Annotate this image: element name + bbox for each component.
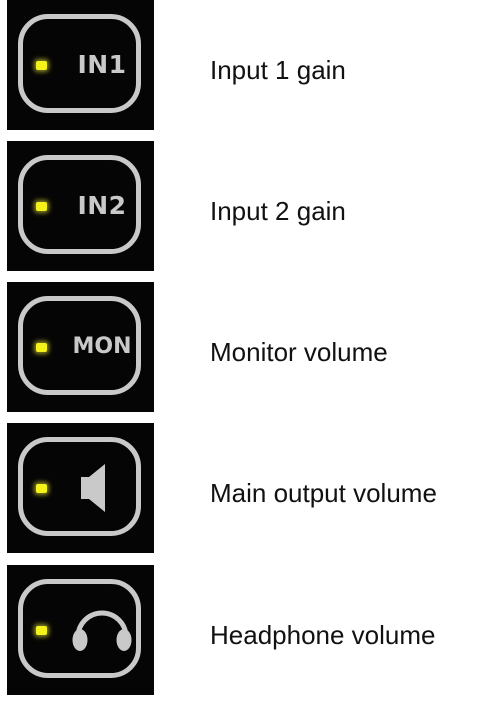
- led-indicator: [36, 484, 47, 493]
- led-indicator: [36, 61, 47, 70]
- mon-button[interactable]: MON: [7, 282, 154, 412]
- led-indicator: [36, 626, 47, 635]
- in2-button[interactable]: IN2: [7, 141, 154, 271]
- speaker-icon: [81, 464, 105, 512]
- monitor-volume-label: Monitor volume: [210, 337, 388, 367]
- control-row-input-2: IN2 Input 2 gain: [0, 141, 498, 271]
- input-2-gain-label: Input 2 gain: [210, 196, 346, 226]
- led-indicator: [36, 202, 47, 211]
- in1-button-label: IN1: [77, 50, 127, 79]
- control-row-input-1: IN1 Input 1 gain: [0, 0, 498, 130]
- in1-button[interactable]: IN1: [7, 0, 154, 130]
- mon-button-label: MON: [72, 334, 132, 359]
- headphones-icon: [72, 610, 132, 651]
- headphone-button[interactable]: [7, 565, 154, 695]
- input-1-gain-label: Input 1 gain: [210, 55, 346, 85]
- control-row-headphone: Headphone volume: [0, 565, 498, 695]
- control-row-monitor: MON Monitor volume: [0, 282, 498, 412]
- main-output-button[interactable]: [7, 423, 154, 553]
- led-indicator: [36, 343, 47, 352]
- in2-button-label: IN2: [77, 191, 127, 220]
- control-row-main-output: Main output volume: [0, 423, 498, 553]
- headphone-volume-label: Headphone volume: [210, 620, 436, 650]
- main-output-volume-label: Main output volume: [210, 478, 437, 508]
